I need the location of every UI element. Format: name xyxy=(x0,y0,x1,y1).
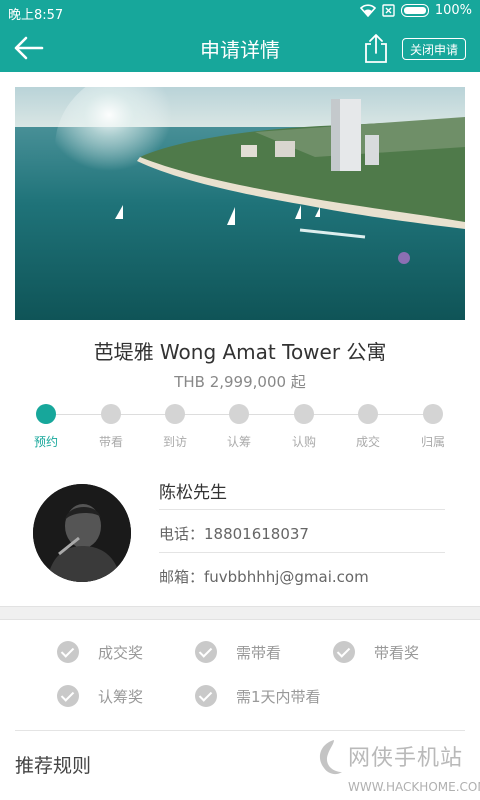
property-name: 芭堤雅 Wong Amat Tower 公寓 xyxy=(93,340,387,364)
tag-item: 认筹奖 xyxy=(57,685,143,707)
step-rengou: 认购 xyxy=(279,404,329,450)
step-label: 带看 xyxy=(98,435,123,449)
check-icon xyxy=(57,685,79,707)
tag-item: 成交奖 xyxy=(57,641,143,663)
battery-icon xyxy=(400,4,429,17)
step-yuyue: 预约 xyxy=(21,404,71,450)
tag-label: 带看奖 xyxy=(374,643,420,662)
watermark-logo-icon xyxy=(319,740,342,775)
progress-stepper: 预约 带看 到访 认筹 认购 成交 归属 xyxy=(0,404,480,454)
step-dot xyxy=(165,404,185,424)
step-dot xyxy=(229,404,249,424)
step-label: 认购 xyxy=(291,435,316,449)
tag-label: 认筹奖 xyxy=(98,687,144,706)
property-photo xyxy=(15,87,465,320)
wifi-icon xyxy=(359,4,376,17)
client-name: 陈松先生 xyxy=(159,483,227,503)
divider xyxy=(159,552,445,553)
step-daofang: 到访 xyxy=(150,404,200,450)
tag-item: 带看奖 xyxy=(333,641,419,663)
check-icon xyxy=(333,641,355,663)
status-time: 晚上8:57 xyxy=(8,8,64,23)
tag-label: 需带看 xyxy=(236,643,282,662)
property-price: THB 2,999,000 起 xyxy=(174,373,306,391)
step-label: 到访 xyxy=(162,435,187,449)
step-dot xyxy=(423,404,443,424)
avatar xyxy=(33,484,131,582)
step-guishu: 归属 xyxy=(408,404,458,450)
battery-percent: 100% xyxy=(434,3,472,18)
watermark-text: 网侠手机站 xyxy=(348,746,464,771)
app-bar: 申请详情 关闭申请 xyxy=(0,24,480,72)
tag-item: 需1天内带看 xyxy=(195,685,321,707)
step-dot xyxy=(36,404,56,424)
section-divider xyxy=(0,606,480,620)
check-icon xyxy=(57,641,79,663)
step-label: 归属 xyxy=(420,435,445,449)
share-icon[interactable] xyxy=(362,32,390,64)
step-dot xyxy=(294,404,314,424)
check-icon xyxy=(195,685,217,707)
tag-item: 需带看 xyxy=(195,641,281,663)
recommend-rules-heading[interactable]: 推荐规则 xyxy=(15,751,91,778)
step-label: 认筹 xyxy=(226,435,251,449)
divider xyxy=(159,509,445,510)
sim-blocked-icon xyxy=(382,4,395,17)
watermark: 网侠手机站 WWW.HACKHOME.COM xyxy=(312,734,480,800)
step-dot xyxy=(101,404,121,424)
close-application-button[interactable]: 关闭申请 xyxy=(402,38,466,60)
status-bar: 晚上8:57 100% xyxy=(0,0,480,24)
watermark-url: WWW.HACKHOME.COM xyxy=(348,780,480,794)
divider xyxy=(15,730,465,731)
client-email[interactable]: 邮箱：fuvbbhhhj@gmai.com xyxy=(159,566,369,587)
step-label: 预约 xyxy=(33,435,58,449)
tag-label: 成交奖 xyxy=(98,643,144,662)
step-renchou: 认筹 xyxy=(214,404,264,450)
step-label: 成交 xyxy=(355,435,380,449)
client-phone[interactable]: 电话：18801618037 xyxy=(159,523,309,544)
step-dot xyxy=(358,404,378,424)
check-icon xyxy=(195,641,217,663)
step-chengjiao: 成交 xyxy=(343,404,393,450)
step-daikan: 带看 xyxy=(86,404,136,450)
tag-label: 需1天内带看 xyxy=(236,687,321,706)
